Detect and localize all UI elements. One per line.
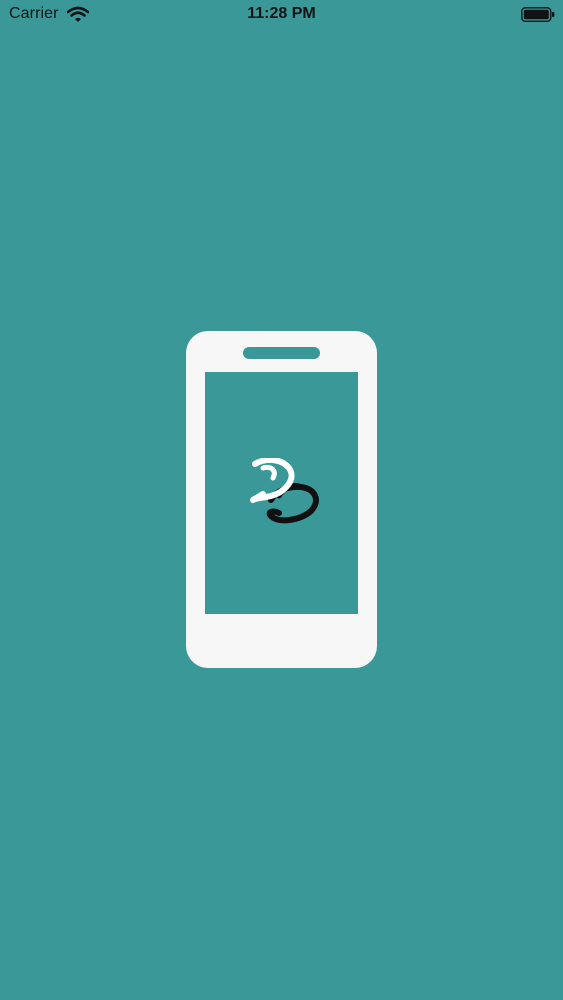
status-time: 11:28 PM xyxy=(247,5,316,22)
status-bar: Carrier 11:28 PM xyxy=(0,0,563,30)
battery-icon xyxy=(521,7,555,23)
app-logo-icon xyxy=(249,456,321,524)
splash-screen: Carrier 11:28 PM xyxy=(0,0,563,1000)
